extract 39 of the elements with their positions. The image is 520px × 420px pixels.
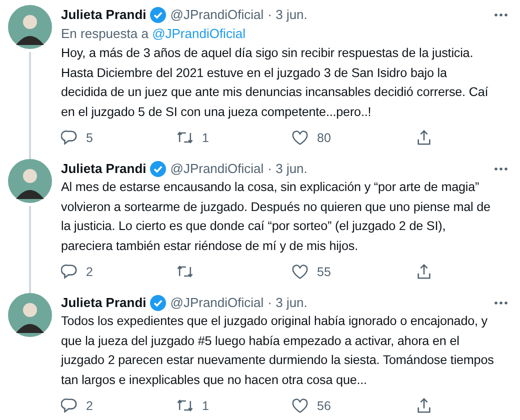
reply-icon[interactable] [61,129,78,146]
retweet-icon[interactable] [176,397,194,414]
retweet-count: 1 [202,398,209,412]
like-count: 80 [317,130,331,144]
reply-icon[interactable] [61,263,78,280]
heart-icon[interactable] [291,264,309,280]
author-handle[interactable]: @JPrandiOficial [170,293,264,312]
author-name[interactable]: Julieta Prandi [61,5,146,24]
heart-icon[interactable] [291,398,309,414]
tweet-text: Al mes de estarse encausando la cosa, sin explicación y “por arte de magia” volvieron a sortearme de juzgado. Después no quieren que uno piense mal de la justicia. Lo cierto es que donde caí “por sorteo” (el juzgado 2 de SI), pareciera también estar riéndose de mí y de mis hijos. [61,179,492,255]
author-name[interactable]: Julieta Prandi [61,159,146,178]
reply-count: 2 [86,264,93,278]
more-icon[interactable] [494,12,508,16]
tweet-text: Todos los expedientes que el juzgado original había ignorado o encajonado, y que la jueza del juzgado #5 luego había empezado a activar, ahora en el juzgado 2 parecen estar nuevamente durmiendo la siesta. Tomándose tiempos tan largos e inexplicables que no hacen otra cosa que... [61,313,495,389]
more-icon[interactable] [494,166,508,170]
reply-icon[interactable] [61,397,78,414]
avatar[interactable] [8,293,52,337]
tweet-date[interactable]: · 3 jun. [268,159,308,178]
like-count: 56 [317,398,331,412]
like-count: 55 [317,264,331,278]
more-icon[interactable] [494,300,508,304]
retweet-icon[interactable] [176,129,194,146]
tweet-date[interactable]: · 3 jun. [268,293,308,312]
retweet-count: 1 [202,130,209,144]
share-icon[interactable] [416,129,432,146]
share-icon[interactable] [416,397,432,414]
retweet-icon[interactable] [176,263,194,280]
reply-count: 5 [86,130,93,144]
author-handle[interactable]: @JPrandiOficial [170,5,264,24]
share-icon[interactable] [416,263,432,280]
avatar[interactable] [8,159,52,203]
reply-count: 2 [86,398,93,412]
avatar[interactable] [8,5,52,49]
author-handle[interactable]: @JPrandiOficial [170,159,264,178]
reply-context: En respuesta a @JPrandiOficial [61,25,246,43]
tweet-text: Hoy, a más de 3 años de aquel día sigo sin recibir respuestas de la justicia. Hasta Diciembre del 2021 estuve en el juzgado 3 de San Isidro bajo la decidida de un juez que ante mis denuncias incansables decidió correrse. Caí en el juzgado 5 de SI con una jueza competente...pero..! [61,45,490,121]
author-name[interactable]: Julieta Prandi [61,293,146,312]
tweet-date[interactable]: · 3 jun. [268,5,308,24]
heart-icon[interactable] [291,130,309,146]
